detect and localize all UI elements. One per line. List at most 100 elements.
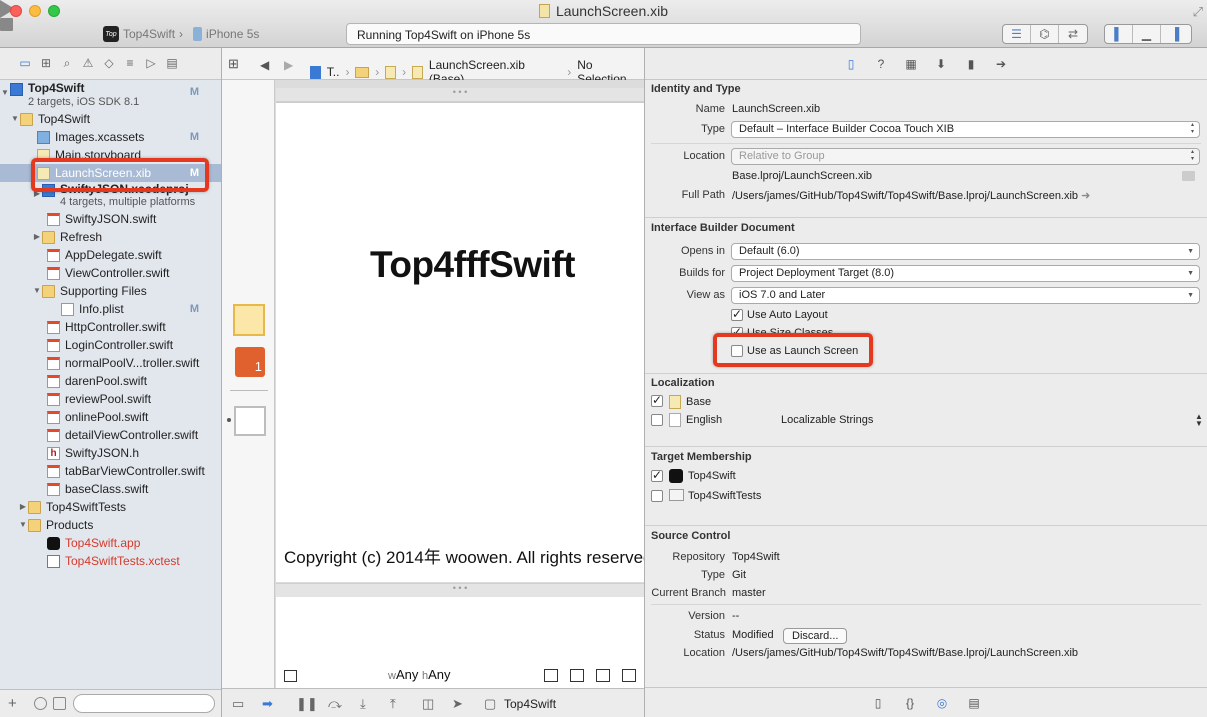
- breakpoint-navigator-icon[interactable]: ▷: [144, 56, 158, 70]
- scheme-selector[interactable]: Top Top4Swift › iPhone 5s: [103, 26, 259, 42]
- report-navigator-icon[interactable]: ▤: [165, 56, 179, 70]
- list-item[interactable]: h SwiftyJSON.h: [0, 444, 221, 462]
- list-item[interactable]: tabBarViewController.swift: [0, 462, 221, 480]
- fullscreen-icon[interactable]: ⤢: [1193, 4, 1203, 20]
- view-object-icon[interactable]: [234, 406, 266, 436]
- list-item[interactable]: ▼ Top4Swift: [0, 110, 221, 128]
- list-item[interactable]: ▼ Products: [0, 516, 221, 534]
- size-inspector-icon[interactable]: ▮: [963, 57, 979, 71]
- list-item[interactable]: darenPool.swift: [0, 372, 221, 390]
- attributes-inspector-icon[interactable]: ⬇: [933, 57, 949, 71]
- opens-in-popup[interactable]: Default (6.0): [731, 243, 1200, 260]
- copyright-label[interactable]: Copyright (c) 2014年 woowen. All rights r…: [284, 543, 644, 568]
- view-as-popup[interactable]: iOS 7.0 and Later: [731, 287, 1200, 304]
- size-class-control[interactable]: wAny hAny: [388, 667, 451, 682]
- symbol-navigator-icon[interactable]: ⊞: [39, 56, 53, 70]
- discard-button[interactable]: Discard...: [783, 628, 848, 644]
- identity-inspector-icon[interactable]: ▦: [903, 57, 919, 71]
- list-item[interactable]: Top4Swift.app: [0, 534, 221, 552]
- step-out-icon[interactable]: ⤒: [390, 696, 396, 712]
- assistant-editor-icon[interactable]: ⌬: [1031, 25, 1059, 43]
- disclosure-closed-icon[interactable]: ▶: [18, 498, 28, 516]
- align-icon[interactable]: [544, 669, 558, 682]
- list-item[interactable]: onlinePool.swift: [0, 408, 221, 426]
- base-localization-checkbox[interactable]: [651, 395, 663, 407]
- target-checkbox[interactable]: [651, 470, 663, 482]
- list-item[interactable]: ▼ Top4Swift 2 targets, iOS SDK 8.1 M: [0, 80, 221, 109]
- disclosure-open-icon[interactable]: ▼: [10, 110, 20, 128]
- test-navigator-icon[interactable]: ◇: [102, 56, 116, 70]
- scene-bottom-handle[interactable]: • • •: [276, 583, 644, 597]
- builds-for-popup[interactable]: Project Deployment Target (8.0): [731, 265, 1200, 282]
- hide-debug-area-icon[interactable]: ▭: [232, 696, 244, 712]
- location-simulate-icon[interactable]: ➤: [452, 696, 463, 712]
- folder-icon[interactable]: [355, 66, 370, 78]
- forward-arrow-icon[interactable]: ▶: [284, 58, 293, 72]
- english-localization-checkbox[interactable]: [651, 414, 663, 426]
- xib-file-icon[interactable]: [385, 65, 397, 79]
- disclosure-open-icon[interactable]: ▼: [18, 516, 28, 534]
- list-item[interactable]: detailViewController.swift: [0, 426, 221, 444]
- localization-type-popup[interactable]: Localizable Strings: [781, 414, 873, 426]
- auto-layout-checkbox[interactable]: [731, 309, 743, 321]
- quick-help-icon[interactable]: ?: [873, 57, 889, 71]
- list-item[interactable]: Top4SwiftTests.xctest: [0, 552, 221, 570]
- resizing-behavior-icon[interactable]: [622, 669, 636, 682]
- scene-top-handle[interactable]: • • •: [276, 88, 644, 102]
- outline-toggle-icon[interactable]: [284, 670, 297, 682]
- list-item[interactable]: reviewPool.swift: [0, 390, 221, 408]
- file-inspector-icon[interactable]: ▯: [843, 57, 859, 71]
- issue-navigator-icon[interactable]: ⚠: [81, 56, 95, 70]
- navigator-toggle-icon[interactable]: ▌: [1105, 25, 1133, 43]
- title-label[interactable]: Top4fffSwift: [370, 244, 575, 286]
- reveal-arrow-icon[interactable]: ➜: [1081, 190, 1090, 202]
- object-library-icon[interactable]: ◎: [935, 696, 949, 717]
- disclosure-open-icon[interactable]: ▼: [0, 84, 10, 102]
- breakpoints-toggle-icon[interactable]: ➡: [262, 696, 273, 712]
- list-item[interactable]: ▼ Supporting Files: [0, 282, 221, 300]
- list-item[interactable]: ViewController.swift: [0, 264, 221, 282]
- folder-icon[interactable]: [1182, 171, 1195, 181]
- type-popup[interactable]: Default – Interface Builder Cocoa Touch …: [731, 121, 1200, 138]
- list-item[interactable]: AppDelegate.swift: [0, 246, 221, 264]
- media-library-icon[interactable]: ▤: [967, 696, 981, 717]
- resolve-layout-icon[interactable]: [596, 669, 610, 682]
- first-responder-icon[interactable]: 1: [235, 347, 265, 377]
- debug-target[interactable]: Top4Swift: [504, 697, 556, 711]
- connections-inspector-icon[interactable]: ➔: [993, 57, 1009, 71]
- standard-editor-icon[interactable]: ☰: [1003, 25, 1031, 43]
- add-file-icon[interactable]: +: [8, 695, 17, 712]
- list-item[interactable]: baseClass.swift: [0, 480, 221, 498]
- related-items-icon[interactable]: ⊞: [228, 56, 239, 72]
- stop-button[interactable]: [0, 18, 13, 31]
- stepper-icon[interactable]: ▲ ▼: [1195, 413, 1203, 428]
- pause-icon[interactable]: ❚❚: [296, 696, 318, 712]
- step-in-icon[interactable]: ⤓: [360, 696, 366, 712]
- version-editor-icon[interactable]: ⇄: [1059, 25, 1087, 43]
- tests-target-checkbox[interactable]: [651, 490, 663, 502]
- view-hierarchy-icon[interactable]: ◫: [422, 696, 434, 712]
- find-navigator-icon[interactable]: ⌕: [60, 56, 74, 70]
- filter-input[interactable]: [73, 694, 215, 713]
- back-arrow-icon[interactable]: ◀: [260, 58, 269, 72]
- step-over-icon[interactable]: ⤼: [328, 696, 342, 712]
- list-item[interactable]: LoginController.swift: [0, 336, 221, 354]
- project-navigator-icon[interactable]: ▭: [18, 56, 32, 70]
- disclosure-open-icon[interactable]: ▼: [32, 282, 42, 300]
- debug-navigator-icon[interactable]: ≡: [123, 56, 137, 70]
- source-control-filter-icon[interactable]: [53, 697, 66, 710]
- launch-screen-view[interactable]: Top4fffSwift Copyright (c) 2014年 woowen.…: [276, 102, 644, 582]
- list-item[interactable]: Images.xcassets M: [0, 128, 221, 146]
- code-snippet-library-icon[interactable]: {}: [903, 696, 917, 717]
- location-popup[interactable]: Relative to Group: [731, 148, 1200, 165]
- file-template-library-icon[interactable]: ▯: [871, 696, 885, 717]
- list-item[interactable]: normalPoolV...troller.swift: [0, 354, 221, 372]
- debug-area-toggle-icon[interactable]: ▁: [1133, 25, 1161, 43]
- list-item[interactable]: ▶ Top4SwiftTests: [0, 498, 221, 516]
- name-field[interactable]: LaunchScreen.xib: [732, 103, 820, 115]
- list-item[interactable]: HttpController.swift: [0, 318, 221, 336]
- list-item[interactable]: ▶ Refresh: [0, 228, 221, 246]
- list-item[interactable]: SwiftyJSON.swift: [0, 210, 221, 228]
- breadcrumb-project[interactable]: T..: [327, 65, 340, 79]
- disclosure-closed-icon[interactable]: ▶: [32, 228, 42, 246]
